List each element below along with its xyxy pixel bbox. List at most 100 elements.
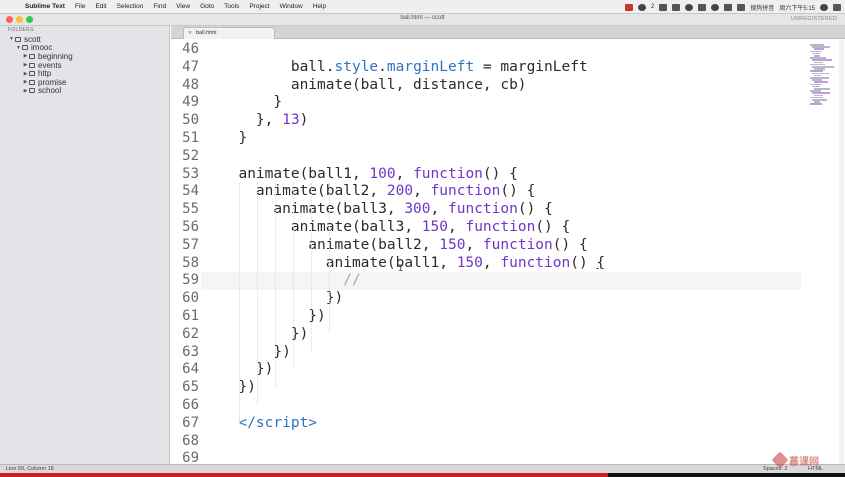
code-line[interactable]: }) [221, 361, 273, 379]
disclosure-closed-icon[interactable]: ▶ [22, 79, 29, 85]
input-source-icon[interactable] [737, 3, 746, 11]
code-token: 100 [369, 165, 396, 182]
folder-promise[interactable]: ▶ promise [0, 78, 169, 87]
folder-school[interactable]: ▶ school [0, 86, 169, 96]
code-token: function [430, 183, 501, 200]
code-line[interactable]: </script> [221, 415, 317, 433]
menu-window[interactable]: Window [275, 3, 308, 10]
menu-project[interactable]: Project [244, 3, 274, 10]
code-line[interactable]: } [221, 130, 247, 148]
code-area[interactable]: ball.style.marginLeft = marginLeft anima… [221, 40, 801, 464]
screen: Sublime Text File Edit Selection Find Vi… [0, 0, 845, 477]
menu-selection[interactable]: Selection [112, 3, 149, 10]
code-line[interactable]: animate(ball1, 100, function() { [221, 165, 517, 184]
bluetooth-icon[interactable] [698, 3, 707, 11]
code-line[interactable]: }) [221, 344, 290, 362]
input-method-label[interactable]: 搜狗拼音 [750, 3, 774, 12]
folder-icon [15, 36, 21, 42]
mac-menubar: Sublime Text File Edit Selection Find Vi… [0, 0, 845, 14]
menu-edit[interactable]: Edit [90, 3, 111, 10]
window-titlebar: ball.html — scott UNREGISTERED [0, 14, 845, 26]
indent-guide [329, 182, 330, 333]
code-token: // [343, 272, 361, 289]
folder-icon [29, 79, 35, 85]
notification-center-icon[interactable] [833, 3, 841, 11]
minimap[interactable] [810, 40, 838, 110]
code-line[interactable]: } [221, 94, 282, 112]
code-token: 200 [386, 183, 414, 200]
code-token: function [448, 201, 518, 218]
code-line[interactable]: animate(ball3, 150, function() { [221, 219, 570, 237]
app-status-icon[interactable] [637, 3, 646, 11]
indent-guide [293, 182, 294, 369]
screen-icon[interactable] [672, 3, 681, 11]
menu-app-name[interactable]: Sublime Text [20, 3, 70, 10]
line-number: 68 [182, 432, 199, 449]
line-number: 58 [182, 254, 199, 271]
folders-header: FOLDERS [8, 27, 34, 33]
wifi-icon[interactable] [711, 3, 720, 11]
window-title: ball.html — scott [400, 15, 445, 21]
indent-guide [275, 182, 276, 387]
code-token: function [413, 165, 483, 182]
code-token: function [500, 254, 571, 271]
timemachine-icon[interactable] [685, 3, 694, 11]
close-tab-icon[interactable]: ✕ [188, 30, 192, 36]
menu-file[interactable]: File [70, 3, 90, 10]
line-number-gutter: 46 47 48 49 50 51 52 53 54 55 56 57 58 59 60 61 62 63 64 65… [171, 40, 199, 464]
line-number: 52 [182, 147, 199, 164]
code-token: 150 [421, 219, 448, 235]
menubar-clock[interactable]: 周六下午5:15 [779, 3, 815, 12]
folder-scott[interactable]: ▼ scott [0, 35, 169, 44]
code-line[interactable]: ball.style.marginLeft = marginLeft [221, 59, 588, 77]
line-number: 55 [182, 201, 199, 218]
disclosure-closed-icon[interactable]: ▶ [22, 53, 29, 59]
menu-tools[interactable]: Tools [219, 3, 244, 10]
code-line[interactable]: }, 13) [221, 112, 308, 130]
vertical-scrollbar[interactable] [839, 40, 844, 464]
line-number: 59 [182, 272, 199, 289]
video-progress-bar[interactable] [0, 473, 845, 477]
code-editor[interactable]: 46 47 48 49 50 51 52 53 54 55 56 57 58 59 60 61 62 63 64 65… [171, 40, 845, 464]
folder-icon [22, 45, 28, 51]
volume-icon[interactable] [724, 3, 733, 11]
code-line[interactable]: animate(ball1, 150, function() { [221, 255, 605, 273]
menu-goto[interactable]: Goto [195, 3, 219, 10]
code-line[interactable]: animate(ball3, 300, function() { [221, 201, 552, 219]
folder-beginning[interactable]: ▶ beginning [0, 52, 169, 61]
code-line[interactable]: animate(ball, distance, cb) [221, 77, 527, 95]
code-line[interactable]: animate(ball2, 200, function() { [221, 183, 535, 201]
code-token: function [465, 219, 536, 235]
record-icon[interactable] [624, 3, 633, 11]
line-number: 61 [182, 308, 199, 324]
disclosure-closed-icon[interactable]: ▶ [22, 71, 29, 77]
minimap-line [810, 103, 822, 105]
menu-help[interactable]: Help [308, 3, 331, 10]
menubar-status-area: 2 搜狗拼音 周六下午5:15 [624, 0, 841, 14]
tab-ball-html[interactable]: ✕ ball.html [183, 27, 275, 39]
code-token: style [334, 58, 379, 75]
disclosure-closed-icon[interactable]: ▶ [22, 62, 29, 68]
line-number: 47 [182, 58, 199, 75]
video-progress-fill [0, 473, 609, 477]
disclosure-open-icon[interactable]: ▼ [8, 36, 15, 42]
line-number: 62 [182, 325, 199, 342]
menu-view[interactable]: View [171, 3, 195, 10]
code-token: </script> [238, 414, 318, 431]
folder-events[interactable]: ▶ events [0, 61, 169, 70]
menu-find[interactable]: Find [148, 3, 171, 10]
code-line[interactable]: }) [221, 326, 308, 344]
disclosure-open-icon[interactable]: ▼ [15, 45, 22, 51]
folder-imooc[interactable]: ▼ imooc [0, 43, 169, 52]
folder-label: school [38, 86, 62, 96]
menu-extra-icon[interactable] [659, 3, 668, 11]
spotlight-icon[interactable] [820, 3, 828, 11]
folder-icon [29, 53, 35, 59]
folder-http[interactable]: ▶ http [0, 69, 169, 78]
watermark-logo-icon [771, 451, 789, 469]
code-line[interactable]: animate(ball2, 150, function() { [221, 236, 587, 255]
code-line[interactable]: // [221, 272, 361, 290]
line-number: 54 [182, 183, 199, 200]
disclosure-closed-icon[interactable]: ▶ [22, 88, 29, 94]
code-token: function [482, 236, 553, 253]
